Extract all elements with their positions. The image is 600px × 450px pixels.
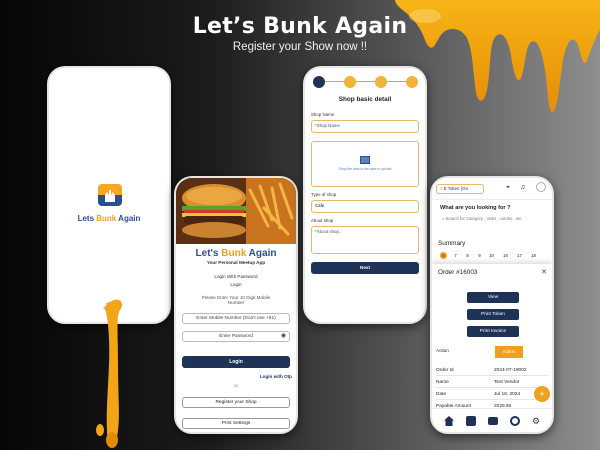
shop-type-select[interactable]: Cafe [311, 200, 419, 213]
login-button[interactable]: Login [182, 356, 290, 368]
order-title: Order #16003 [438, 269, 478, 276]
top-bar: ⌕ E Token (On ⌖ ♫ [432, 178, 552, 200]
about-shop-label: About shop [311, 218, 334, 223]
brand-part-1: Let's [195, 248, 222, 259]
login-with-otp-link[interactable]: Login with Otp [236, 374, 292, 379]
table-row: Date Jul 19, 2024 [436, 389, 548, 400]
bag-icon[interactable] [466, 416, 476, 426]
splash-brand: Lets Bunk Again [49, 214, 169, 223]
row-key: Name [436, 380, 449, 385]
search-input[interactable]: ⌕ Search for Category , order , combo , … [442, 216, 546, 221]
or-divider: or [233, 383, 239, 388]
search-icon: ⌕ [442, 216, 445, 221]
day-7[interactable]: 17 [516, 252, 523, 259]
action-button[interactable]: Action [495, 346, 523, 358]
loading-spinner-icon: ⁂ [103, 302, 113, 313]
shop-detail-heading: Shop basic detail [338, 96, 392, 103]
tab-login-with-password[interactable]: Login With Password [176, 274, 296, 279]
search-question: What are you looking for ? [440, 205, 511, 211]
phone-splash-screen: Lets Bunk Again ⁂ [47, 66, 171, 324]
print-token-button[interactable]: Print Token [467, 309, 519, 320]
eye-icon[interactable]: ◉ [281, 332, 286, 341]
step-line [323, 81, 417, 82]
hero-subtitle: Register your Show now !! [232, 41, 368, 53]
location-icon[interactable]: ⌖ [506, 184, 510, 192]
add-fab-button[interactable]: + [534, 386, 550, 402]
next-button[interactable]: Next [311, 262, 419, 274]
brand-part-1: Lets [77, 214, 97, 223]
chat-icon[interactable] [510, 416, 520, 426]
step-3-icon[interactable] [375, 76, 387, 88]
video-icon[interactable] [488, 417, 498, 425]
day-2[interactable]: 7 [452, 252, 459, 259]
step-4-icon[interactable] [406, 76, 418, 88]
close-icon[interactable]: ✕ [541, 268, 547, 276]
bottom-nav: ⚙ [432, 408, 552, 432]
hero-title: Let’s Bunk Again [192, 14, 408, 39]
table-row: Order Id 2024-07-19002 [436, 365, 548, 376]
brand-part-3: Again [246, 248, 277, 259]
app-logo [98, 184, 122, 206]
phone-login-screen: Let's Bunk Again Your Personal Meetup Ap… [174, 176, 298, 434]
day-5[interactable]: 10 [488, 252, 495, 259]
day-1[interactable]: 6 [440, 252, 447, 259]
mobile-instruction: Please Enter Your 10 Digit Mobile Number [201, 295, 271, 305]
image-upload-area[interactable]: Shop the best to the user to upload [311, 141, 419, 187]
print-settings-button[interactable]: Print Settings [182, 418, 290, 429]
row-value: 2024-07-19002 [494, 368, 527, 373]
view-button[interactable]: View [467, 292, 519, 303]
mobile-number-input[interactable]: Enter Mobile Number (Don't use +91) [182, 313, 290, 324]
tagline: Your Personal Meetup App [206, 260, 266, 265]
search-placeholder: Search for Category , order , combo , et… [445, 216, 523, 221]
row-key: Order Id [436, 368, 454, 373]
shop-type-label: Type of shop [311, 192, 337, 197]
brand-part-2: Bunk [221, 248, 247, 259]
day-3[interactable]: 8 [464, 252, 471, 259]
token-label: E Token (On [443, 186, 469, 191]
day-8[interactable]: 18 [530, 252, 537, 259]
shop-name-input[interactable]: *Shop Name [311, 120, 419, 133]
phone-shop-detail-screen: Shop basic detail Shop Name *Shop Name S… [303, 66, 427, 324]
print-invoice-button[interactable]: Print Invoice [467, 326, 519, 337]
day-4[interactable]: 9 [476, 252, 483, 259]
day-6[interactable]: 16 [502, 252, 509, 259]
summary-title: Summary [438, 240, 466, 247]
token-toggle[interactable]: ⌕ E Token (On [436, 184, 484, 194]
login-brand: Let's Bunk Again [176, 248, 296, 259]
register-shop-button[interactable]: Register your Shop [182, 397, 290, 408]
search-icon: ⌕ [440, 186, 443, 191]
settings-icon[interactable]: ⚙ [532, 416, 542, 426]
burger-banner-image [176, 178, 296, 244]
step-1-user-icon[interactable] [313, 76, 325, 88]
brand-part-3: Again [116, 214, 141, 223]
step-2-icon[interactable] [344, 76, 356, 88]
image-icon [360, 156, 370, 164]
profile-icon[interactable] [536, 182, 546, 192]
row-value: Test Vendor [494, 380, 520, 385]
password-input[interactable]: Enter Password ◉ [182, 331, 290, 342]
shop-name-label: Shop Name [311, 112, 335, 117]
notification-icon[interactable]: ♫ [520, 184, 525, 191]
upload-hint: Shop the best to the user to upload [338, 167, 392, 171]
day-selector: 6 7 8 9 10 16 17 18 [440, 252, 550, 260]
phone-dashboard-screen: ⌕ E Token (On ⌖ ♫ What are you looking f… [430, 176, 554, 434]
order-modal: Order #16003 ✕ View Print Token Print In… [432, 264, 552, 432]
home-icon[interactable] [444, 416, 454, 426]
row-value: Jul 19, 2024 [494, 392, 521, 397]
tab-login[interactable]: Login [176, 282, 296, 287]
table-row: Name Test Vendor [436, 377, 548, 388]
password-placeholder: Enter Password [219, 334, 253, 339]
action-label: Action [436, 348, 449, 353]
progress-steps [313, 76, 418, 88]
about-shop-textarea[interactable]: *About shop.. [311, 226, 419, 254]
row-key: Date [436, 392, 447, 397]
brand-part-2: Bunk [96, 214, 117, 223]
